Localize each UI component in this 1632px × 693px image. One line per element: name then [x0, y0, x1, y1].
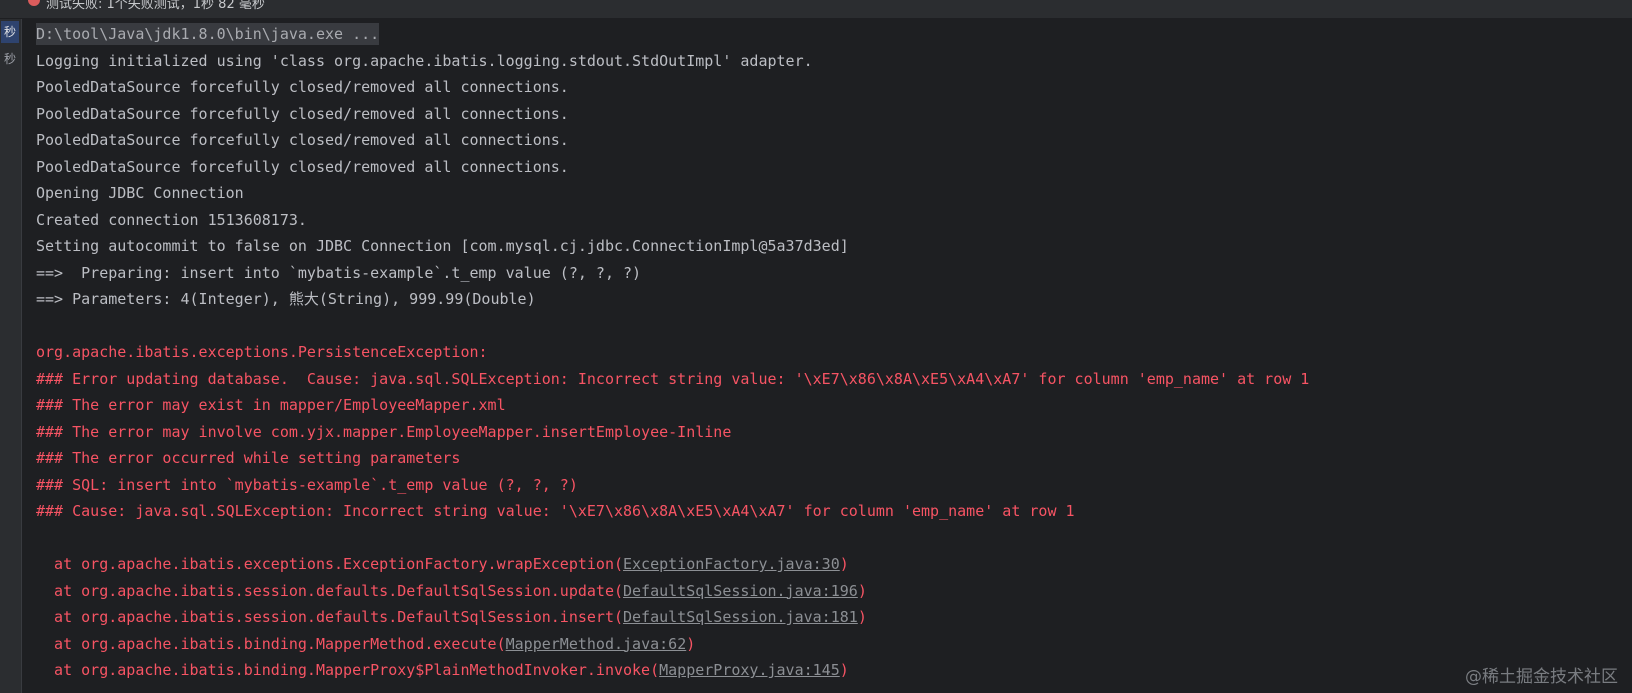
stack-frame: at org.apache.ibatis.binding.MapperMetho…: [36, 631, 1632, 658]
console-line: PooledDataSource forcefully closed/remov…: [36, 78, 569, 96]
stack-frame: at org.apache.ibatis.exceptions.Exceptio…: [36, 551, 1632, 578]
source-link[interactable]: MapperProxy.java:145: [659, 661, 840, 679]
stack-frame-suffix: ): [857, 581, 867, 600]
console-error-line: ### Cause: java.sql.SQLException: Incorr…: [36, 502, 1075, 520]
gutter-item-duration[interactable]: 秒: [1, 21, 19, 43]
console-error-line: ### Error updating database. Cause: java…: [36, 369, 1310, 388]
run-tab-header: 测试失败: 1个失败测试，1秒 82 毫秒: [0, 0, 1632, 19]
console-line: Logging initialized using 'class org.apa…: [36, 51, 813, 70]
stack-frame-method: at org.apache.ibatis.binding.MapperMetho…: [36, 634, 506, 653]
stack-frame: at org.apache.ibatis.session.defaults.De…: [36, 578, 1632, 605]
gutter-item-duration[interactable]: 秒: [1, 48, 19, 70]
stack-frame-suffix: ): [839, 661, 849, 679]
source-link[interactable]: DefaultSqlSession.java:181: [623, 608, 858, 626]
source-link[interactable]: ExceptionFactory.java:30: [623, 555, 840, 573]
console-line: PooledDataSource forcefully closed/remov…: [36, 131, 569, 149]
console-error-line: ### The error may exist in mapper/Employ…: [36, 396, 506, 414]
console-line: ==> Preparing: insert into `mybatis-exam…: [36, 263, 642, 282]
console-line: Opening JDBC Connection: [36, 184, 244, 202]
console-line: ==> Parameters: 4(Integer), 熊大(String), …: [36, 290, 536, 308]
console-error-line: ### The error occurred while setting par…: [36, 449, 461, 467]
stack-frame-method: at org.apache.ibatis.exceptions.Exceptio…: [36, 555, 623, 573]
console-line: PooledDataSource forcefully closed/remov…: [36, 157, 569, 176]
stack-frame-method: at org.apache.ibatis.session.defaults.De…: [36, 581, 623, 600]
console-gutter: 秒 秒: [0, 19, 22, 693]
console-lines: D:\tool\Java\jdk1.8.0\bin\java.exe ... L…: [36, 21, 1632, 684]
console-error-line: ### The error may involve com.yjx.mapper…: [36, 422, 732, 441]
stack-frame-suffix: ): [686, 634, 696, 653]
console-output[interactable]: D:\tool\Java\jdk1.8.0\bin\java.exe ... L…: [22, 19, 1632, 693]
test-failed-icon: [28, 0, 40, 6]
watermark: @稀土掘金技术社区: [1465, 667, 1618, 687]
stack-frame-method: at org.apache.ibatis.binding.MapperProxy…: [36, 661, 660, 679]
run-status-title: 测试失败: 1个失败测试，1秒 82 毫秒: [46, 0, 265, 12]
console-error-line: ### SQL: insert into `mybatis-example`.t…: [36, 475, 578, 494]
source-link[interactable]: MapperMethod.java:62: [506, 635, 687, 653]
console-line-command[interactable]: D:\tool\Java\jdk1.8.0\bin\java.exe ...: [36, 21, 1632, 48]
console-line: Created connection 1513608173.: [36, 210, 307, 229]
source-link[interactable]: DefaultSqlSession.java:196: [623, 582, 858, 600]
stack-frame-suffix: ): [857, 608, 867, 626]
stack-frame-method: at org.apache.ibatis.session.defaults.De…: [36, 608, 623, 626]
stack-frame: at org.apache.ibatis.session.defaults.De…: [36, 604, 1632, 631]
console-line: PooledDataSource forcefully closed/remov…: [36, 104, 569, 123]
console-error-line: org.apache.ibatis.exceptions.Persistence…: [36, 343, 497, 361]
command-line-text[interactable]: D:\tool\Java\jdk1.8.0\bin\java.exe ...: [36, 23, 380, 45]
stack-frame-suffix: ): [839, 555, 849, 573]
console-line: Setting autocommit to false on JDBC Conn…: [36, 237, 849, 255]
stack-frame: at org.apache.ibatis.binding.MapperProxy…: [36, 657, 1632, 684]
